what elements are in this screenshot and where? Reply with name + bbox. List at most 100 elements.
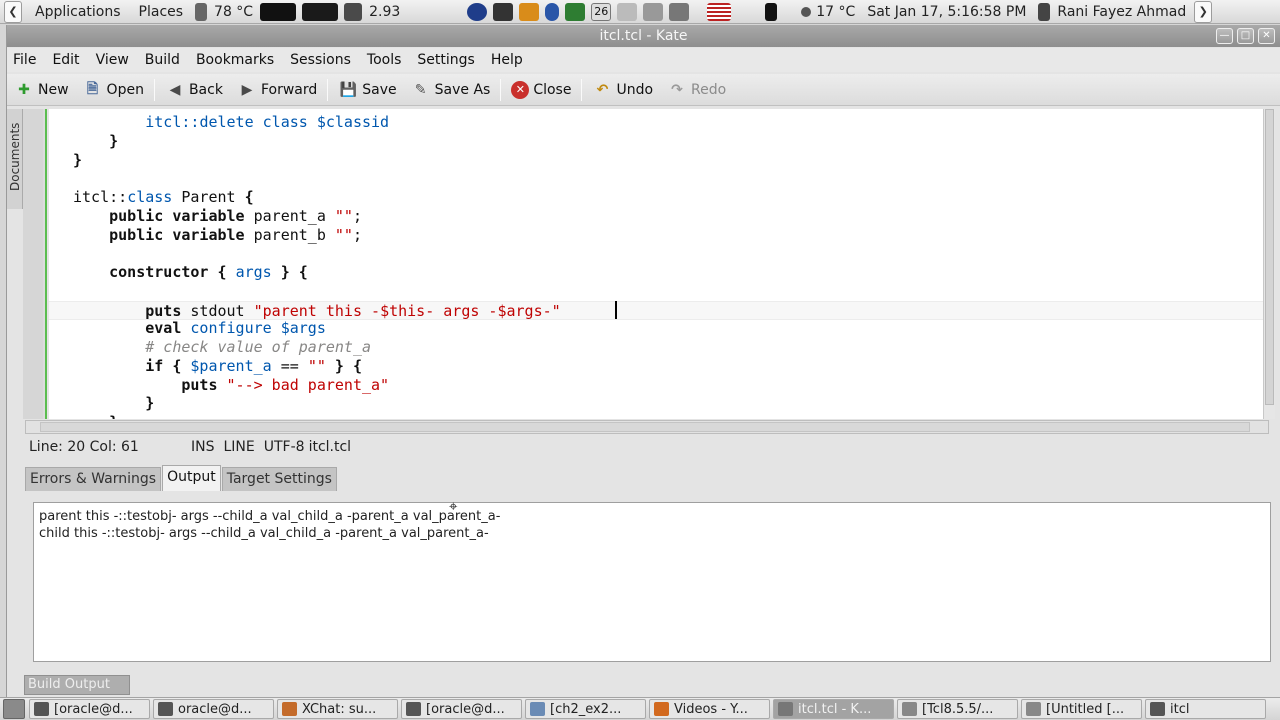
code-line[interactable]: } [49,413,1263,419]
main-toolbar: ✚ New 🗎 Open ◀ Back ▶ Forward 💾 Save ✎ S… [7,74,1280,106]
forward-button[interactable]: ▶ Forward [230,76,324,104]
close-window-button[interactable]: ✕ [1258,28,1275,44]
menu-sessions[interactable]: Sessions [282,52,359,68]
save-button[interactable]: 💾 Save [331,76,403,104]
taskbar-item[interactable]: [oracle@d... [29,699,150,719]
panel-left-arrow[interactable]: ❮ [4,0,22,23]
insert-mode[interactable]: INS [191,439,215,455]
menu-view[interactable]: View [88,52,137,68]
tools-icon[interactable] [519,2,540,21]
code-line[interactable]: public variable parent_a ""; [49,207,1263,226]
window-titlebar[interactable]: itcl.tcl - Kate — □ ✕ [7,25,1280,47]
menu-bookmarks[interactable]: Bookmarks [188,52,282,68]
bluetooth-icon[interactable] [545,2,560,21]
show-desktop-button[interactable] [3,699,25,719]
encoding[interactable]: UTF-8 [264,439,305,455]
bluetooth-status-icon[interactable] [765,2,778,21]
taskbar-item[interactable]: itcl [1145,699,1266,719]
code-editor[interactable]: itcl::delete class $classid }}itcl::clas… [49,109,1263,419]
load-graph-icon[interactable] [302,2,339,21]
user-name[interactable]: Rani Fayez Ahmad [1057,4,1186,20]
build-output-toggle[interactable]: Build Output [24,675,130,695]
menu-tools[interactable]: Tools [359,52,410,68]
code-token: } [73,131,119,150]
undo-button[interactable]: ↶ Undo [585,76,660,104]
cpu-temperature: 78 °C [214,3,254,20]
code-line[interactable] [49,282,1263,301]
code-line[interactable] [49,244,1263,263]
code-token: -" [542,301,561,320]
taskbar-item[interactable]: [Tcl8.5.5/... [897,699,1018,719]
code-token: Parent [172,188,245,206]
code-line[interactable]: public variable parent_b ""; [49,226,1263,245]
taskbar-item[interactable]: Videos - Y... [649,699,770,719]
new-document-icon: ✚ [18,81,30,98]
menu-edit[interactable]: Edit [44,52,87,68]
new-button[interactable]: ✚ New [7,76,76,104]
editor-horizontal-scrollbar[interactable] [25,420,1269,434]
code-line[interactable]: } [49,132,1263,151]
toolbar-separator [581,78,583,101]
menu-help[interactable]: Help [483,52,531,68]
editor-statusbar: Line: 20 Col: 61 INS LINE UTF-8 itcl.tcl [7,435,1280,459]
save-as-button[interactable]: ✎ Save As [404,76,498,104]
open-button[interactable]: 🗎 Open [76,76,151,104]
back-button[interactable]: ◀ Back [158,76,230,104]
redo-button[interactable]: ↷ Redo [660,76,733,104]
us-flag-icon[interactable] [707,2,732,21]
redo-icon: ↷ [671,81,683,98]
system-icon[interactable] [617,2,638,21]
terminal-icon[interactable] [493,2,514,21]
code-line[interactable]: puts "--> bad parent_a" [49,376,1263,395]
firefox-icon[interactable] [467,2,488,21]
code-line[interactable]: puts stdout "parent this -$this- args -$… [49,300,1263,320]
code-line[interactable]: # check value of parent_a [49,338,1263,357]
clock[interactable]: Sat Jan 17, 5:16:58 PM [867,4,1026,20]
network-icon[interactable] [565,2,586,21]
code-line[interactable]: eval configure $args [49,319,1263,338]
back-label: Back [188,81,223,98]
system-monitor-icon[interactable] [260,2,297,21]
code-line[interactable]: } [49,394,1263,413]
editor-vertical-scrollbar[interactable] [1263,109,1275,419]
close-icon: ✕ [511,80,530,99]
toolbar-separator [153,78,155,101]
taskbar-item[interactable]: itcl.tcl - K... [773,699,894,719]
tab-errors-warnings[interactable]: Errors & Warnings [25,467,162,491]
taskbar-item[interactable]: [ch2_ex2... [525,699,646,719]
code-line[interactable] [49,169,1263,188]
panel-right-arrow[interactable]: ❯ [1194,0,1213,23]
back-arrow-icon: ◀ [169,81,181,98]
maximize-button[interactable]: □ [1237,28,1254,44]
taskbar-item[interactable]: [oracle@d... [401,699,522,719]
menu-settings[interactable]: Settings [409,52,482,68]
selection-mode[interactable]: LINE [224,439,255,455]
status-filename: itcl.tcl [308,439,352,455]
menu-build[interactable]: Build [137,52,188,68]
taskbar-item[interactable]: [Untitled [... [1021,699,1142,719]
calendar-icon[interactable]: 26 [591,2,612,21]
code-line[interactable]: constructor { args } { [49,263,1263,282]
weather-temperature[interactable]: 17 °C [816,4,855,20]
applications-menu[interactable]: Applications [26,4,130,20]
minimize-button[interactable]: — [1216,28,1233,44]
tab-output[interactable]: Output [162,465,221,491]
menu-file[interactable]: File [7,52,44,68]
code-line[interactable]: itcl::delete class $classid [49,113,1263,132]
volume-icon[interactable] [643,2,664,21]
user-icon [1038,2,1051,21]
taskbar-item[interactable]: XChat: su... [277,699,398,719]
taskbar-item[interactable]: oracle@d... [153,699,274,719]
text-cursor [615,300,617,319]
editor-horizontal-scroll-thumb[interactable] [40,422,1250,432]
code-token: "--> bad parent_a" [226,375,390,394]
code-line[interactable]: itcl::class Parent { [49,188,1263,207]
close-button[interactable]: ✕ Close [504,76,578,104]
build-output-view[interactable]: parent this -::testobj- args --child_a v… [33,502,1271,662]
editor-vertical-scroll-thumb[interactable] [1265,109,1274,405]
tab-target-settings[interactable]: Target Settings [221,467,337,491]
code-line[interactable]: if { $parent_a == "" } { [49,357,1263,376]
clipboard-icon[interactable] [669,2,690,21]
places-menu[interactable]: Places [130,4,193,20]
code-line[interactable]: } [49,151,1263,170]
